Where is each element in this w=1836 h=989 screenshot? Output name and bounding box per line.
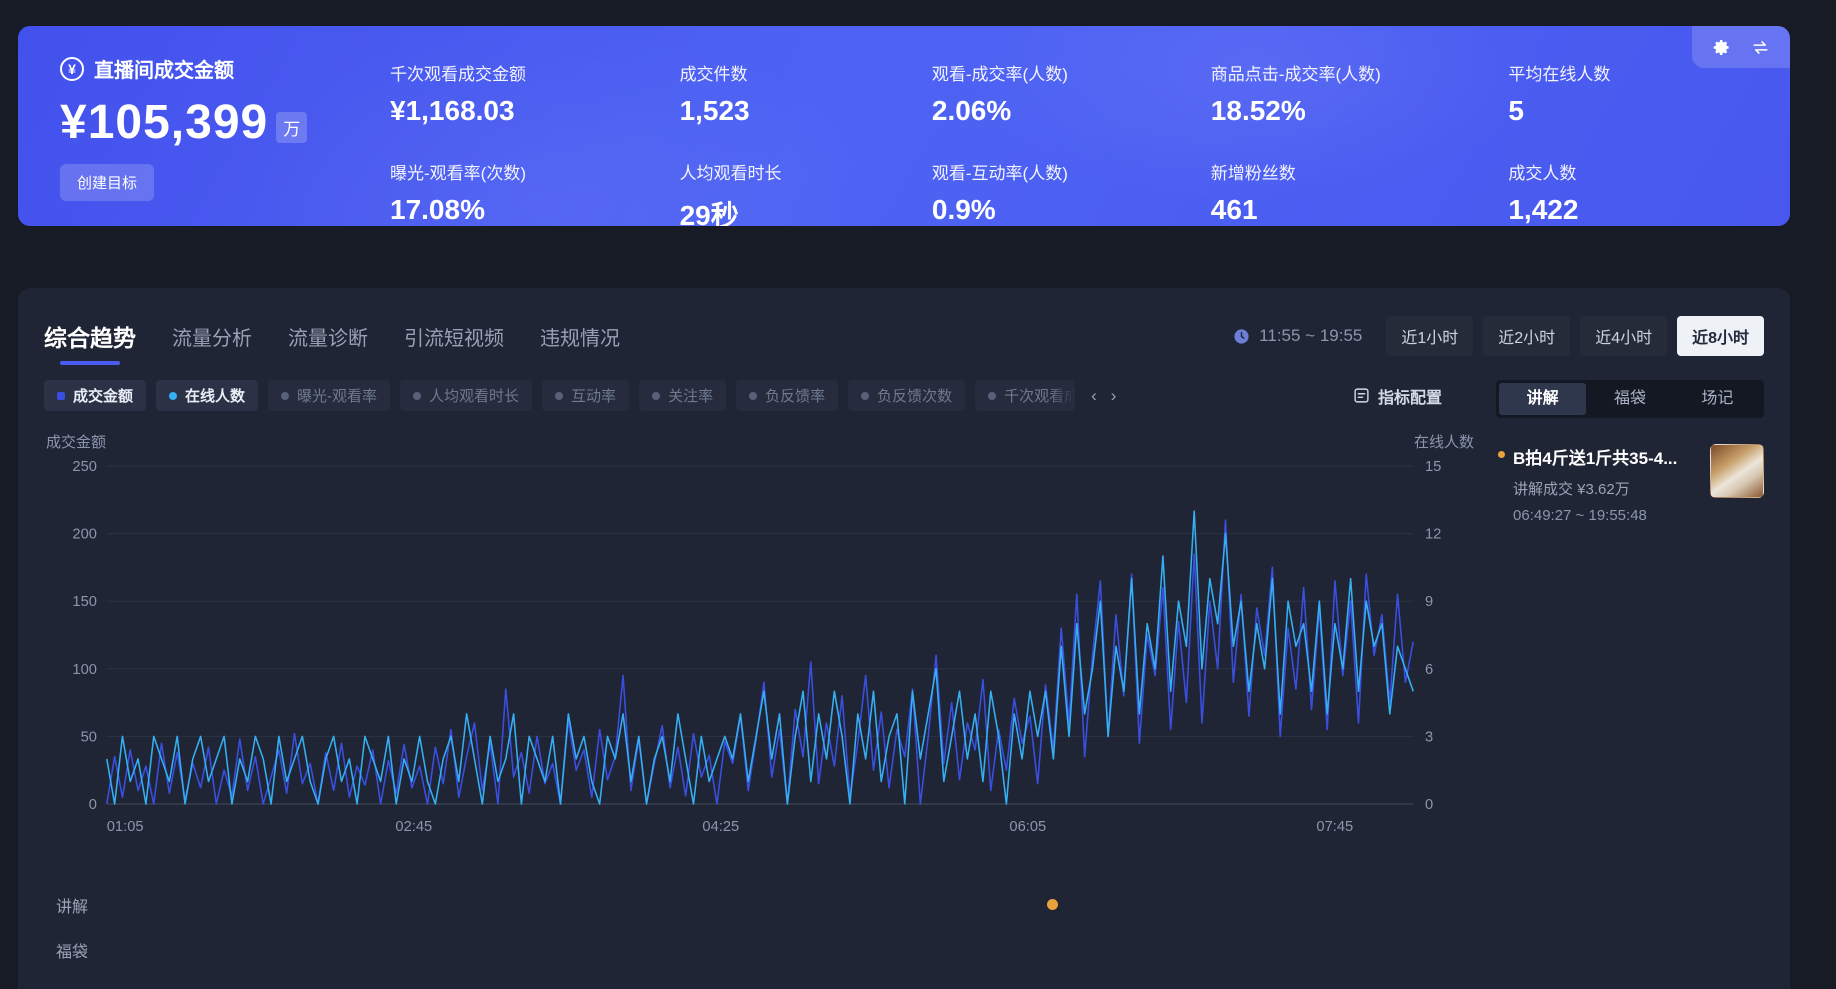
- inactive-marker: [652, 392, 660, 400]
- time-button-2h[interactable]: 近2小时: [1483, 316, 1570, 356]
- tab-traffic-diagnosis[interactable]: 流量诊断: [288, 322, 368, 351]
- metric-chips-row: 成交金额 在线人数 曝光-观看率 人均观看时长 互动率: [44, 380, 1476, 411]
- chip-negative-feedback-rate[interactable]: 负反馈率: [736, 380, 838, 411]
- chip-avg-watch-time[interactable]: 人均观看时长: [400, 380, 532, 411]
- config-grid-icon: [1353, 387, 1370, 404]
- svg-text:150: 150: [72, 594, 97, 610]
- inactive-marker: [988, 392, 996, 400]
- explain-event-row[interactable]: 讲解: [44, 882, 1476, 927]
- main-metric-label: 直播间成交金额: [94, 54, 234, 83]
- item-time-range: 06:49:27 ~ 19:55:48: [1513, 507, 1700, 524]
- svg-text:100: 100: [72, 662, 97, 678]
- chart-zone: 成交金额 在线人数 曝光-观看率 人均观看时长 互动率: [44, 380, 1476, 972]
- lucky-bag-row-label: 福袋: [56, 938, 88, 962]
- chips-prev-icon[interactable]: ‹: [1091, 386, 1097, 406]
- inactive-marker: [555, 392, 563, 400]
- svg-text:15: 15: [1425, 459, 1441, 475]
- metric-config-button[interactable]: 指标配置: [1353, 384, 1442, 408]
- banner-toolbar: [1692, 26, 1790, 68]
- svg-text:50: 50: [81, 729, 97, 745]
- trend-panel: 综合趋势 流量分析 流量诊断 引流短视频 违规情况 11:55 ~ 19:55 …: [18, 288, 1790, 989]
- metric-cpm-gmv: 千次观看成交金额 ¥1,168.03: [390, 60, 662, 127]
- event-sidebar: 讲解 福袋 场记 B拍4斤送1斤共35-4... 讲解成交 ¥3.62万 06:…: [1496, 380, 1764, 972]
- gmv-series-marker: [57, 392, 65, 400]
- time-button-8h[interactable]: 近8小时: [1677, 316, 1764, 356]
- sidebar-tab-notes[interactable]: 场记: [1674, 383, 1761, 415]
- online-series-marker: [169, 392, 177, 400]
- tab-violations[interactable]: 违规情况: [540, 322, 620, 351]
- metric-avg-watch-time: 人均观看时长 29秒: [680, 159, 914, 226]
- svg-text:250: 250: [72, 459, 97, 475]
- left-axis-title: 成交金额: [46, 431, 106, 452]
- metric-buyer-count: 成交人数 1,422: [1508, 159, 1748, 226]
- yen-circle-icon: ¥: [60, 57, 84, 81]
- chips-next-icon[interactable]: ›: [1111, 386, 1117, 406]
- item-status-dot: [1498, 451, 1505, 458]
- sidebar-tab-lucky-bag[interactable]: 福袋: [1586, 383, 1673, 415]
- time-button-1h[interactable]: 近1小时: [1386, 316, 1473, 356]
- svg-text:04:25: 04:25: [702, 819, 739, 835]
- svg-text:12: 12: [1425, 526, 1441, 542]
- metric-avg-online: 平均在线人数 5: [1508, 60, 1748, 127]
- metric-new-fans: 新增粉丝数 461: [1211, 159, 1491, 226]
- svg-text:200: 200: [72, 526, 97, 542]
- chip-follow-rate[interactable]: 关注率: [639, 380, 726, 411]
- svg-text:02:45: 02:45: [395, 819, 432, 835]
- explain-marker-dot[interactable]: [1047, 899, 1058, 910]
- metric-view-conversion: 观看-成交率(人数) 2.06%: [932, 60, 1193, 127]
- chip-cpm-gmv[interactable]: 千次观看成交金额: [975, 380, 1075, 411]
- time-range-text: 11:55 ~ 19:55: [1259, 326, 1362, 346]
- chip-online-users[interactable]: 在线人数: [156, 380, 258, 411]
- swap-icon[interactable]: [1751, 38, 1770, 57]
- create-goal-button[interactable]: 创建目标: [60, 164, 154, 201]
- svg-text:0: 0: [89, 797, 97, 813]
- chip-gmv[interactable]: 成交金额: [44, 380, 146, 411]
- svg-text:01:05: 01:05: [107, 819, 144, 835]
- svg-text:0: 0: [1425, 797, 1433, 813]
- right-axis-title: 在线人数: [1414, 431, 1474, 452]
- metric-exposure-view-rate: 曝光-观看率(次数) 17.08%: [390, 159, 662, 226]
- sidebar-tabs: 讲解 福袋 场记: [1496, 380, 1764, 418]
- tab-traffic-analysis[interactable]: 流量分析: [172, 322, 252, 351]
- svg-text:3: 3: [1425, 729, 1433, 745]
- chip-negative-feedback-count[interactable]: 负反馈次数: [848, 380, 965, 411]
- item-gmv-text: 讲解成交 ¥3.62万: [1513, 478, 1700, 499]
- svg-text:07:45: 07:45: [1316, 819, 1353, 835]
- axis-titles: 成交金额 在线人数: [46, 431, 1474, 452]
- summary-banner: ¥ 直播间成交金额 ¥105,399 万 创建目标 千次观看成交金额 ¥1,16…: [18, 26, 1790, 226]
- time-button-4h[interactable]: 近4小时: [1580, 316, 1667, 356]
- main-metric-value: ¥105,399: [60, 95, 268, 150]
- lucky-bag-event-row[interactable]: 福袋: [44, 927, 1476, 972]
- sidebar-tab-explain[interactable]: 讲解: [1499, 383, 1586, 415]
- main-metric-block: ¥ 直播间成交金额 ¥105,399 万 创建目标: [60, 54, 390, 202]
- inactive-marker: [749, 392, 757, 400]
- panel-tabs-row: 综合趋势 流量分析 流量诊断 引流短视频 违规情况 11:55 ~ 19:55 …: [44, 316, 1764, 356]
- metric-columns: 千次观看成交金额 ¥1,168.03 曝光-观看率(次数) 17.08% 成交件…: [390, 54, 1748, 202]
- tab-short-video[interactable]: 引流短视频: [404, 322, 504, 351]
- product-thumbnail: [1710, 444, 1764, 498]
- metric-view-interaction: 观看-互动率(人数) 0.9%: [932, 159, 1193, 226]
- explain-list-item[interactable]: B拍4斤送1斤共35-4... 讲解成交 ¥3.62万 06:49:27 ~ 1…: [1496, 444, 1764, 524]
- metric-order-count: 成交件数 1,523: [680, 60, 914, 127]
- inactive-marker: [861, 392, 869, 400]
- clock-icon: [1233, 328, 1250, 345]
- chips-pager: ‹ ›: [1091, 386, 1116, 406]
- gear-icon[interactable]: [1712, 38, 1731, 57]
- inactive-marker: [281, 392, 289, 400]
- svg-text:9: 9: [1425, 594, 1433, 610]
- main-metric-unit: 万: [276, 112, 307, 143]
- svg-text:06:05: 06:05: [1009, 819, 1046, 835]
- svg-text:6: 6: [1425, 662, 1433, 678]
- inactive-marker: [413, 392, 421, 400]
- tab-overall-trend[interactable]: 综合趋势: [44, 319, 136, 353]
- trend-chart[interactable]: 0 50 100 150 200 250 0 3 6 9 12 15 01:05 02:45 04:25 06…: [44, 452, 1476, 860]
- chip-interaction-rate[interactable]: 互动率: [542, 380, 629, 411]
- time-range: 11:55 ~ 19:55: [1233, 326, 1362, 346]
- chip-exposure-view-rate[interactable]: 曝光-观看率: [268, 380, 390, 411]
- item-product-title: B拍4斤送1斤共35-4...: [1513, 444, 1700, 469]
- metric-click-conversion: 商品点击-成交率(人数) 18.52%: [1211, 60, 1491, 127]
- explain-row-label: 讲解: [56, 893, 88, 917]
